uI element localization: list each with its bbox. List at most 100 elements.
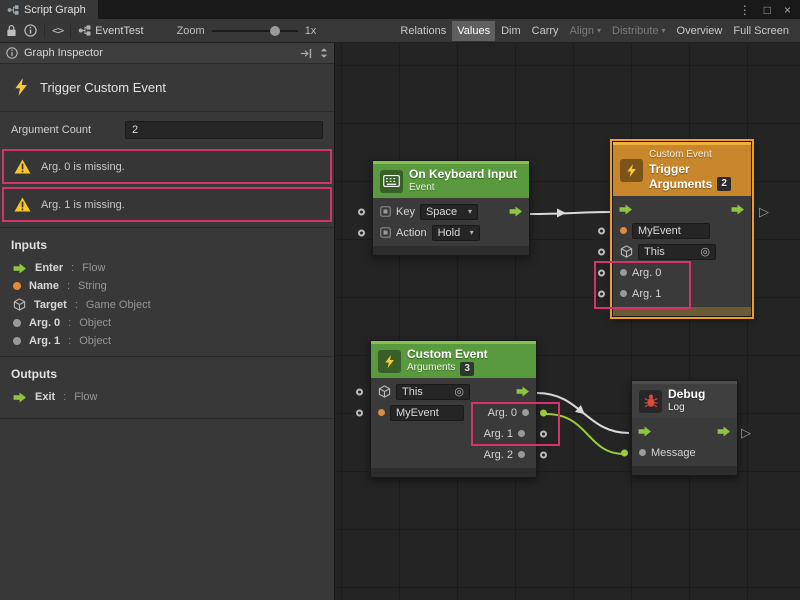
custom-event-arguments-node[interactable]: Custom Event Arguments3 This ◎ MyEvent A… [370,340,537,478]
arg0-label: Arg. 0 [488,407,517,419]
argument-count-value: 2 [132,124,138,136]
node-body: This ◎ MyEvent Arg. 0 Arg. 1 Arg. 2 [371,378,536,468]
value-wire [546,414,624,454]
trigger-custom-event-node[interactable]: Custom Event Trigger Arguments2 MyEvent … [612,141,752,317]
on-keyboard-input-node[interactable]: On Keyboard Input Event Key Space ▾ Acti… [372,160,530,256]
port-type: Flow [74,391,97,403]
object-picker-icon[interactable]: ◎ [700,245,710,258]
overview-button[interactable]: Overview [672,21,728,41]
close-icon[interactable]: × [784,4,791,16]
flow-arrow-icon [13,392,27,403]
window-controls: ⋮ □ × [739,0,800,19]
chevron-down-icon: ▾ [597,27,601,35]
bug-icon [639,390,662,413]
info-icon[interactable] [24,24,37,37]
flow-output-arrow[interactable] [731,204,745,215]
port-type: String [78,280,107,292]
tab-script-graph[interactable]: Script Graph [0,0,98,19]
string-dot-icon [13,282,21,290]
object-dot-icon [522,409,529,416]
event-name-field[interactable]: MyEvent [632,223,710,239]
wire-arrowhead [557,209,566,218]
inspector-header-title: Graph Inspector [24,47,103,59]
spinner-icon[interactable] [320,47,328,59]
target-row: This ◎ [371,381,536,402]
outputs-header: Outputs [0,365,334,388]
arg1-label: Arg. 1 [484,428,513,440]
toolbar-buttons: Relations Values Dim Carry Align▾ Distri… [395,21,794,41]
object-picker-icon[interactable]: ◎ [454,385,464,398]
arg2-output-port[interactable] [540,451,547,458]
values-button[interactable]: Values [452,21,495,41]
input-port[interactable] [358,229,365,236]
lock-icon[interactable] [6,24,17,37]
chevron-down-icon: ▾ [662,27,666,35]
target-field[interactable]: This ◎ [396,384,470,400]
graph-inspector-panel: Graph Inspector Trigger Custom Event Arg… [0,43,335,600]
target-row: This ◎ [613,241,751,262]
flow-input-arrow[interactable] [619,204,633,215]
input-port[interactable] [598,269,605,276]
input-port[interactable] [598,290,605,297]
arg1-output-port[interactable] [540,430,547,437]
carry-button[interactable]: Carry [527,21,564,41]
lightning-icon [620,159,643,182]
cube-icon [13,298,26,311]
port-type: Object [79,335,111,347]
distribute-label: Distribute [612,25,658,37]
input-port[interactable] [356,388,363,395]
input-port[interactable] [358,208,365,215]
input-port[interactable] [598,227,605,234]
node-subtitle: Arguments [407,362,455,375]
node-footer [371,468,536,477]
node-subtitle: Arguments [649,177,712,192]
graph-toolbar: <> EventTest Zoom 1x Relations Values Di… [0,19,800,43]
relations-button[interactable]: Relations [395,21,451,41]
distribute-button[interactable]: Distribute ▾ [607,21,670,41]
key-value: Space [426,206,457,218]
full-screen-button[interactable]: Full Screen [728,21,794,41]
input-port[interactable] [356,409,363,416]
graph-asset-reference[interactable]: EventTest [78,24,143,37]
graph-asset-icon [78,24,91,37]
flow-continuation-icon: ▷ [741,426,751,439]
arg2-row: Arg. 2 [371,444,536,465]
chevron-down-icon: ▾ [470,229,474,237]
flow-input-arrow[interactable] [638,426,652,437]
argument-count-field[interactable]: 2 [125,121,323,139]
edit-script-icon[interactable]: <> [52,24,63,37]
flow-output-arrow[interactable] [516,386,530,397]
maximize-icon[interactable]: □ [764,4,771,16]
warning-arg0: Arg. 0 is missing. [2,149,332,184]
keyboard-icon [380,170,403,193]
object-dot-icon [518,451,525,458]
port-name: Target [34,299,67,311]
separator: : [63,391,66,403]
align-button[interactable]: Align▾ [565,21,606,41]
message-label: Message [651,447,696,459]
window-tab-bar: Script Graph ⋮ □ × [0,0,800,19]
zoom-slider-knob[interactable] [270,26,280,36]
dock-icon[interactable] [300,48,313,59]
zoom-slider[interactable] [212,30,298,32]
node-category: Custom Event [649,149,731,162]
key-label: Key [396,206,415,218]
event-name-field[interactable]: MyEvent [390,405,464,421]
node-footer [632,466,737,475]
target-field[interactable]: This ◎ [638,244,716,260]
action-dropdown[interactable]: Hold ▾ [432,225,480,241]
message-input-port[interactable] [621,449,628,456]
arg0-row: Arg. 0 [613,262,751,283]
argument-count-badge: 3 [460,362,474,376]
arg0-output-port[interactable] [540,409,547,416]
debug-log-node[interactable]: Debug Log Message [631,380,738,476]
flow-output-arrow[interactable] [717,426,731,437]
flow-output-arrow[interactable] [509,206,523,217]
input-port[interactable] [598,248,605,255]
string-dot-icon [620,227,627,234]
key-dropdown[interactable]: Space ▾ [420,204,478,220]
window-menu-icon[interactable]: ⋮ [739,4,751,16]
graph-canvas[interactable]: On Keyboard Input Event Key Space ▾ Acti… [335,43,800,600]
dim-button[interactable]: Dim [496,21,526,41]
object-dot-icon [639,449,646,456]
